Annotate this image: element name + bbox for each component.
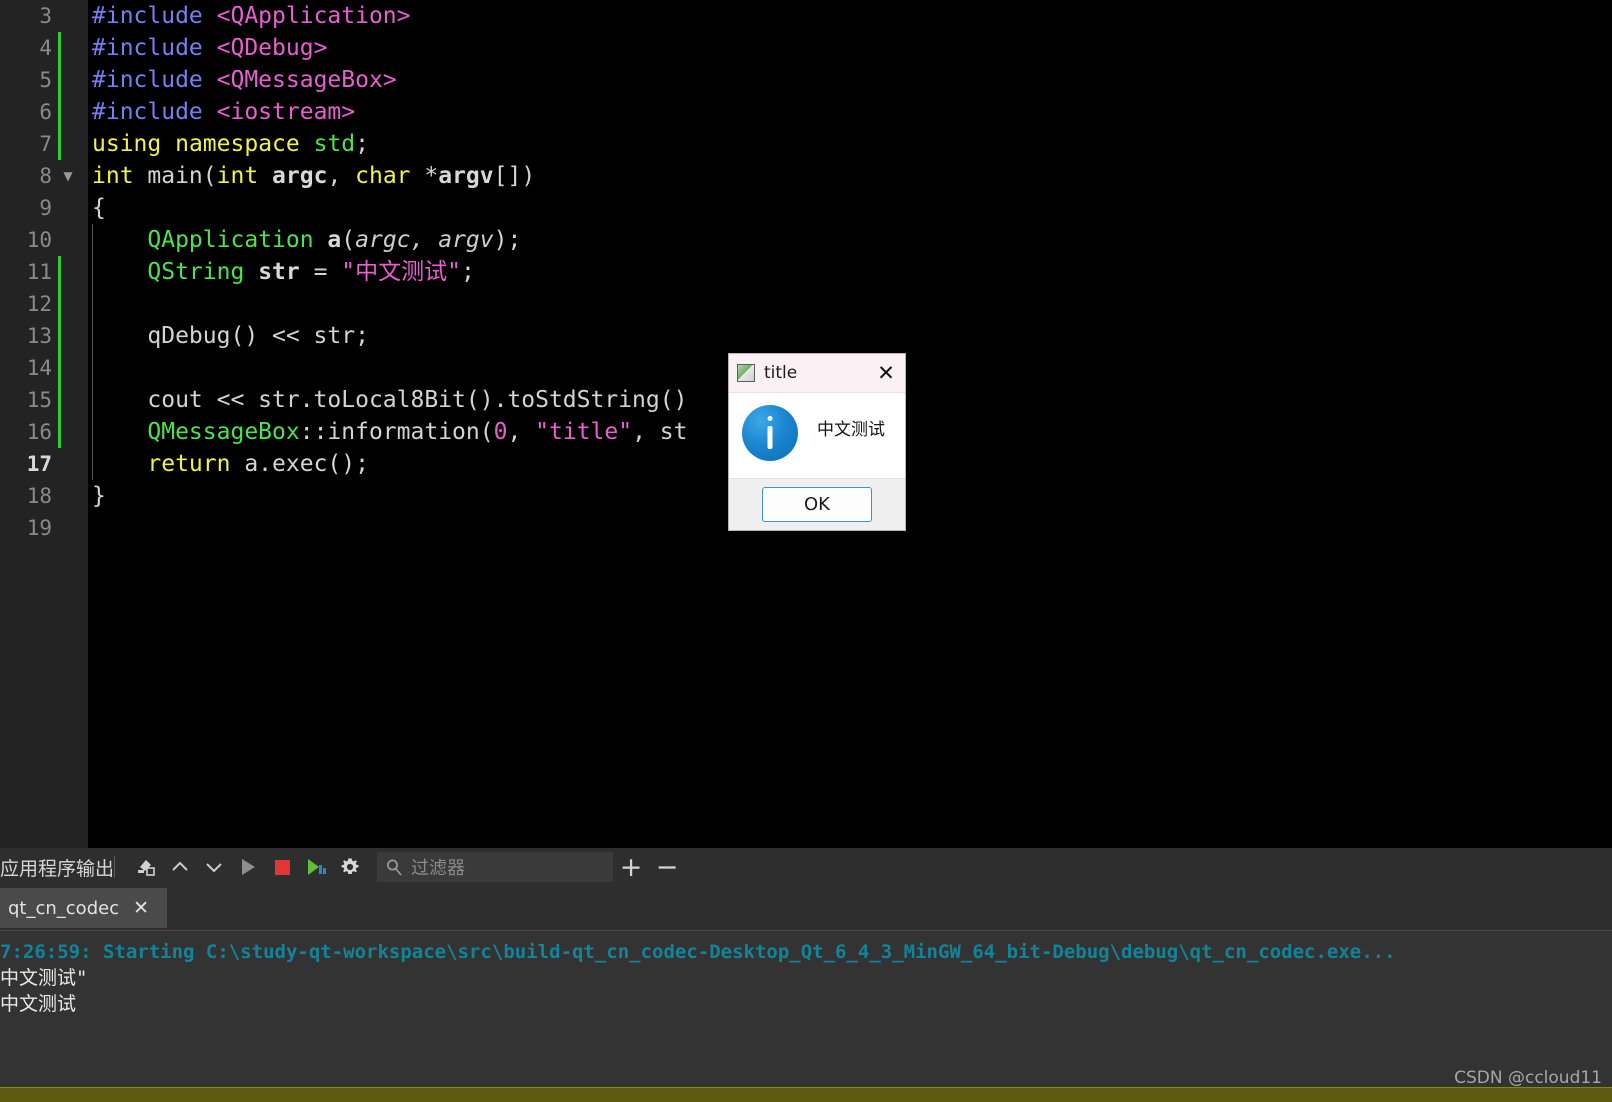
line-number: 14 (26, 356, 52, 380)
code-text: cout << str.toLocal8Bit().toStdString() (92, 387, 688, 413)
search-icon (387, 859, 402, 876)
close-icon[interactable]: ✕ (873, 360, 899, 386)
code-text: using namespace std; (92, 131, 369, 157)
line-number: 15 (26, 388, 52, 412)
line-number: 3 (39, 4, 52, 28)
remove-output-pane-button[interactable]: − (649, 852, 685, 882)
change-marker (58, 384, 61, 416)
console-output[interactable]: 7:26:59: Starting C:\study-qt-workspace\… (0, 931, 1612, 1099)
dialog-titlebar[interactable]: title ✕ (729, 354, 905, 393)
information-icon (742, 405, 798, 461)
line-number: 6 (39, 100, 52, 124)
line-number: 12 (26, 292, 52, 316)
code-text: #include <iostream> (92, 99, 356, 125)
code-text: #include <QDebug> (92, 35, 328, 61)
line-number: 16 (26, 420, 52, 444)
dialog-footer: OK (729, 478, 905, 530)
code-text: return a.exec(); (147, 451, 369, 477)
clear-output-icon[interactable] (129, 852, 163, 882)
change-marker (58, 416, 61, 448)
add-output-pane-button[interactable]: + (613, 852, 649, 882)
line-number: 7 (39, 132, 52, 156)
code-line[interactable]: 6 #include <iostream> (0, 96, 1612, 128)
app-window-icon (737, 364, 755, 382)
code-line[interactable]: 7 using namespace std; (0, 128, 1612, 160)
console-line: 7:26:59: Starting C:\study-qt-workspace\… (0, 941, 1396, 963)
filter-placeholder: 过滤器 (411, 858, 466, 879)
line-number: 17 (26, 452, 52, 476)
change-marker (58, 96, 61, 128)
code-line[interactable]: 10 QApplication a(argc, argv); (0, 224, 1612, 256)
code-line[interactable]: 3 #include <QApplication> (0, 0, 1612, 32)
tab-label: qt_cn_codec (8, 897, 120, 919)
console-line: 中文测试" (0, 967, 88, 989)
change-marker (58, 288, 61, 320)
change-marker (58, 32, 61, 64)
filter-input[interactable]: 过滤器 (377, 852, 614, 882)
change-marker (58, 256, 61, 288)
line-number: 13 (26, 324, 52, 348)
line-number: 5 (39, 68, 52, 92)
change-marker (58, 64, 61, 96)
dialog-body: 中文测试 (729, 393, 905, 478)
code-text: { (92, 195, 106, 221)
line-number: 9 (39, 196, 52, 220)
code-line[interactable]: 5 #include <QMessageBox> (0, 64, 1612, 96)
change-marker (58, 352, 61, 384)
indent-guide (92, 352, 93, 384)
panel-toolbar: 应用程序输出 过滤器 + − (0, 848, 1612, 886)
dialog-message-text: 中文测试 (817, 420, 885, 440)
panel-title: 应用程序输出 (0, 857, 115, 880)
line-number: 11 (26, 260, 52, 284)
toolbar-separator (114, 856, 116, 878)
line-number: 8 (39, 164, 52, 188)
fold-arrow-icon[interactable]: ▼ (60, 160, 76, 192)
code-text: QMessageBox::information(0, "title", st (147, 419, 688, 445)
line-number: 19 (26, 516, 52, 540)
change-marker (58, 128, 61, 160)
close-icon[interactable]: ✕ (133, 898, 149, 918)
code-text: int main(int argc, char *argv[]) (92, 163, 536, 189)
code-text: #include <QApplication> (92, 3, 411, 29)
ok-button[interactable]: OK (762, 487, 872, 522)
code-line[interactable]: 12 (0, 288, 1612, 320)
change-marker (58, 320, 61, 352)
line-number: 4 (39, 36, 52, 60)
code-line[interactable]: 4 #include <QDebug> (0, 32, 1612, 64)
code-text: QApplication a(argc, argv); (147, 227, 522, 253)
bottom-strip (0, 1087, 1612, 1102)
code-line[interactable]: 13 qDebug() << str; (0, 320, 1612, 352)
settings-gear-icon[interactable] (333, 852, 367, 882)
dialog-title-text: title (764, 363, 798, 383)
rerun-icon[interactable] (299, 852, 333, 882)
line-number: 10 (26, 228, 52, 252)
code-line[interactable]: 8 ▼ int main(int argc, char *argv[]) (0, 160, 1612, 192)
code-text: #include <QMessageBox> (92, 67, 397, 93)
stop-icon[interactable] (265, 852, 299, 882)
chevron-up-icon[interactable] (163, 852, 197, 882)
code-text: qDebug() << str; (92, 323, 369, 349)
chevron-down-icon[interactable] (197, 852, 231, 882)
indent-guide (92, 288, 93, 320)
output-tabbar: qt_cn_codec ✕ (0, 886, 1612, 931)
code-text: QString str = "中文测试"; (147, 259, 475, 285)
run-icon[interactable] (231, 852, 265, 882)
tab-qt-cn-codec[interactable]: qt_cn_codec ✕ (0, 888, 167, 928)
watermark-text: CSDN @ccloud11 (1454, 1068, 1602, 1088)
code-line[interactable]: 9{ (0, 192, 1612, 224)
console-line: 中文测试 (0, 993, 77, 1015)
application-output-panel: 应用程序输出 过滤器 + − qt_cn_codec ✕ 7:26:59: St… (0, 848, 1612, 1102)
message-box-dialog[interactable]: title ✕ 中文测试 OK (728, 353, 906, 531)
line-number: 18 (26, 484, 52, 508)
code-text: } (92, 483, 106, 509)
code-line[interactable]: 11 QString str = "中文测试"; (0, 256, 1612, 288)
